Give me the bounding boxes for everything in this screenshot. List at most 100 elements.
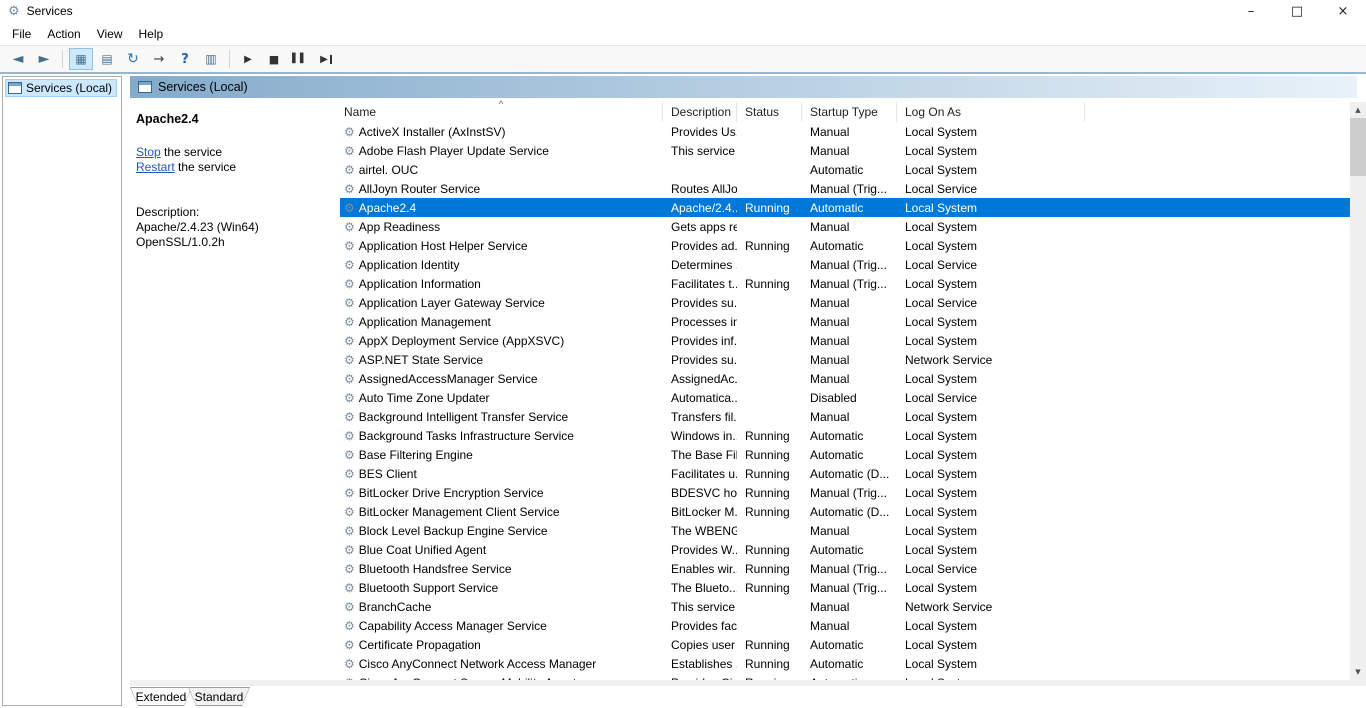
service-name-cell: ⚙Cisco AnyConnect Secure Mobility Agent: [340, 673, 663, 680]
service-row[interactable]: ⚙Base Filtering EngineThe Base Fil...Run…: [340, 445, 1350, 464]
service-action-links: Stop the service Restart the service: [136, 145, 332, 175]
service-logon-cell: Local System: [897, 540, 1085, 559]
tab-extended[interactable]: Extended: [130, 687, 192, 706]
toolbar-separator: [62, 50, 63, 68]
export-list-icon[interactable]: →: [147, 48, 171, 70]
help-icon[interactable]: ?: [173, 48, 197, 70]
service-name: Base Filtering Engine: [359, 448, 473, 462]
service-name-cell: ⚙AllJoyn Router Service: [340, 179, 663, 198]
column-header-startup-type[interactable]: Startup Type: [802, 102, 897, 122]
service-row[interactable]: ⚙AssignedAccessManager ServiceAssignedAc…: [340, 369, 1350, 388]
start-service-icon[interactable]: ▶: [236, 48, 260, 70]
service-row[interactable]: ⚙BranchCacheThis service ...ManualNetwor…: [340, 597, 1350, 616]
menubar: FileActionViewHelp: [0, 22, 1366, 45]
result-pane: Services (Local) Apache2.4 Stop the serv…: [130, 76, 1366, 706]
description-line-2: OpenSSL/1.0.2h: [136, 235, 332, 250]
service-gear-icon: ⚙: [344, 164, 355, 176]
service-name-cell: ⚙ Base Filtering Engine: [340, 445, 663, 464]
service-row[interactable]: ⚙Bluetooth Support ServiceThe Blueto...R…: [340, 578, 1350, 597]
service-logon-cell: Local System: [897, 464, 1085, 483]
service-row[interactable]: ⚙Application Layer Gateway ServiceProvid…: [340, 293, 1350, 312]
close-button[interactable]: ×: [1320, 0, 1366, 22]
column-header-log-on-as[interactable]: Log On As: [897, 102, 1085, 122]
menu-file[interactable]: File: [4, 24, 39, 44]
minimize-button[interactable]: –: [1228, 0, 1274, 22]
service-row[interactable]: ⚙BitLocker Drive Encryption ServiceBDESV…: [340, 483, 1350, 502]
service-row[interactable]: ⚙Application IdentityDetermines ...Manua…: [340, 255, 1350, 274]
service-row[interactable]: ⚙ActiveX Installer (AxInstSV)Provides Us…: [340, 122, 1350, 141]
stop-service-line: Stop the service: [136, 145, 332, 160]
service-row[interactable]: ⚙Application ManagementProcesses in...Ma…: [340, 312, 1350, 331]
vertical-scrollbar[interactable]: ▲ ▼: [1350, 102, 1366, 680]
properties-icon[interactable]: ▤: [95, 48, 119, 70]
service-name-cell: ⚙Bluetooth Handsfree Service: [340, 559, 663, 578]
service-row[interactable]: ⚙Adobe Flash Player Update ServiceThis s…: [340, 141, 1350, 160]
service-row[interactable]: ⚙Bluetooth Handsfree ServiceEnables wir.…: [340, 559, 1350, 578]
service-row[interactable]: ⚙Application Host Helper ServiceProvides…: [340, 236, 1350, 255]
service-name-cell: ⚙airtel. OUC: [340, 160, 663, 179]
service-row[interactable]: ⚙Background Intelligent Transfer Service…: [340, 407, 1350, 426]
scrollbar-thumb[interactable]: [1350, 118, 1366, 176]
service-row[interactable]: ⚙Capability Access Manager ServiceProvid…: [340, 616, 1350, 635]
tab-standard[interactable]: Standard: [188, 687, 250, 706]
show-action-pane-icon[interactable]: ▥: [199, 48, 223, 70]
title-bar: ⚙ Services – □ ×: [0, 0, 1366, 22]
service-row[interactable]: ⚙AllJoyn Router ServiceRoutes AllJo...Ma…: [340, 179, 1350, 198]
service-logon-cell: Local System: [897, 217, 1085, 236]
service-startup-type-cell: Manual (Trig...: [802, 274, 897, 293]
service-startup-type-cell: Disabled: [802, 388, 897, 407]
service-row[interactable]: ⚙Cisco AnyConnect Network Access Manager…: [340, 654, 1350, 673]
service-row[interactable]: ⚙Apache2.4Apache/2.4...RunningAutomaticL…: [340, 198, 1350, 217]
pause-service-icon[interactable]: ▌▌: [288, 48, 312, 70]
service-status-cell: [737, 312, 802, 331]
service-logon-cell: Local System: [897, 502, 1085, 521]
service-row[interactable]: ⚙AppX Deployment Service (AppXSVC)Provid…: [340, 331, 1350, 350]
service-row[interactable]: ⚙Auto Time Zone UpdaterAutomatica...Disa…: [340, 388, 1350, 407]
service-startup-type-cell: Automatic (D...: [802, 464, 897, 483]
service-name-cell: ⚙Application Layer Gateway Service: [340, 293, 663, 312]
forward-icon[interactable]: ►: [32, 48, 56, 70]
service-name-cell: ⚙ASP.NET State Service: [340, 350, 663, 369]
stop-service-icon[interactable]: ■: [262, 48, 286, 70]
scroll-up-arrow-icon[interactable]: ▲: [1350, 102, 1366, 118]
tree-item-label: Services (Local): [26, 81, 112, 95]
service-startup-type-cell: Automatic: [802, 654, 897, 673]
menu-help[interactable]: Help: [131, 24, 172, 44]
restart-service-icon[interactable]: ▶: [314, 48, 338, 70]
service-row[interactable]: ⚙Certificate PropagationCopies user ...R…: [340, 635, 1350, 654]
menu-view[interactable]: View: [89, 24, 131, 44]
service-row[interactable]: ⚙Background Tasks Infrastructure Service…: [340, 426, 1350, 445]
show-console-tree-icon[interactable]: ▦: [69, 48, 93, 70]
service-row[interactable]: ⚙Block Level Backup Engine ServiceThe WB…: [340, 521, 1350, 540]
column-header-name[interactable]: Name^: [340, 102, 663, 122]
service-gear-icon: ⚙: [344, 278, 355, 290]
service-name-cell: ⚙Block Level Backup Engine Service: [340, 521, 663, 540]
service-row[interactable]: ⚙Blue Coat Unified AgentProvides W...Run…: [340, 540, 1350, 559]
maximize-button[interactable]: □: [1274, 0, 1320, 22]
service-row[interactable]: ⚙Cisco AnyConnect Secure Mobility AgentP…: [340, 673, 1350, 680]
service-row[interactable]: ⚙App ReadinessGets apps re...ManualLocal…: [340, 217, 1350, 236]
service-status-cell: [737, 597, 802, 616]
service-gear-icon: ⚙: [344, 259, 355, 271]
service-description-cell: Processes in...: [663, 312, 737, 331]
service-name: BitLocker Drive Encryption Service: [359, 486, 544, 500]
service-row[interactable]: ⚙Application InformationFacilitates t...…: [340, 274, 1350, 293]
service-description-cell: Provides fac...: [663, 616, 737, 635]
service-status-cell: Running: [737, 198, 802, 217]
service-row[interactable]: ⚙BitLocker Management Client ServiceBitL…: [340, 502, 1350, 521]
service-row[interactable]: ⚙airtel. OUCAutomaticLocal System: [340, 160, 1350, 179]
back-icon[interactable]: ◄: [6, 48, 30, 70]
column-header-status[interactable]: Status: [737, 102, 802, 122]
scroll-down-arrow-icon[interactable]: ▼: [1350, 664, 1366, 680]
service-gear-icon: ⚙: [344, 449, 355, 461]
column-header-description[interactable]: Description: [663, 102, 737, 122]
service-row[interactable]: ⚙ASP.NET State ServiceProvides su...Manu…: [340, 350, 1350, 369]
tree-item-services-local[interactable]: Services (Local): [5, 79, 117, 97]
service-logon-cell: Local System: [897, 312, 1085, 331]
stop-service-link[interactable]: Stop: [136, 145, 161, 159]
menu-action[interactable]: Action: [39, 24, 88, 44]
restart-service-link[interactable]: Restart: [136, 160, 175, 174]
service-status-cell: Running: [737, 540, 802, 559]
service-row[interactable]: ⚙BES ClientFacilitates u...RunningAutoma…: [340, 464, 1350, 483]
refresh-icon[interactable]: ↻: [121, 48, 145, 70]
